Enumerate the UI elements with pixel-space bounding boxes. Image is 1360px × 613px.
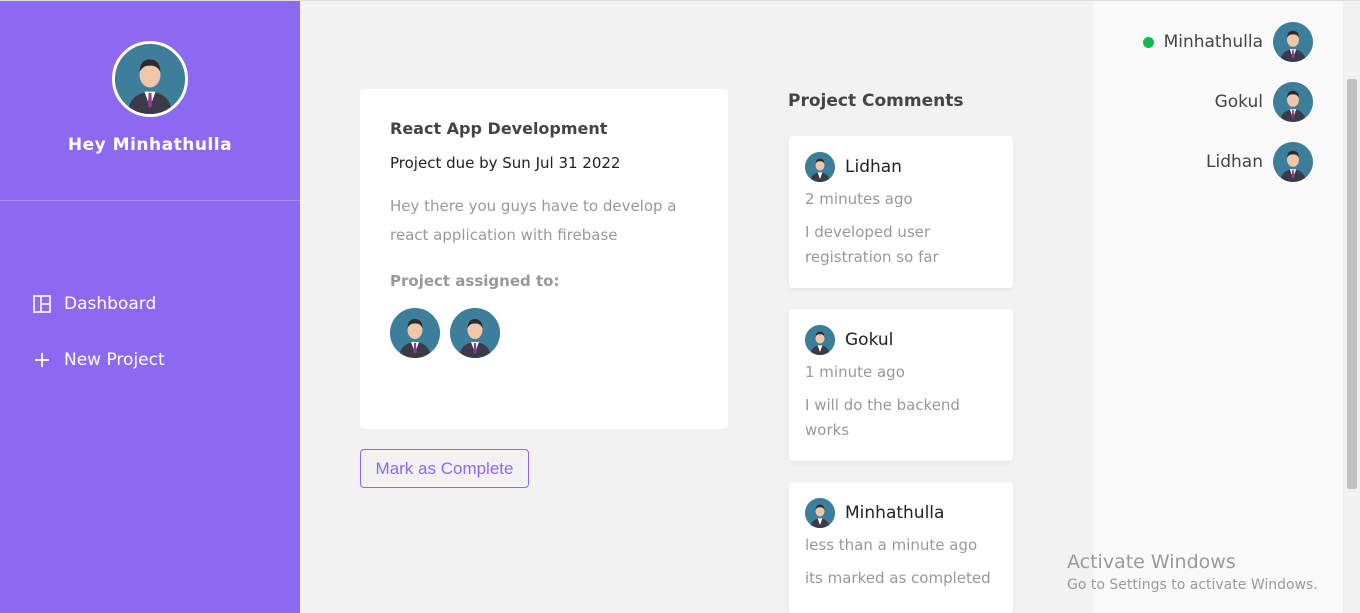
project-summary-card: React App Development Project due by Sun… (360, 89, 728, 429)
watermark-line1: Activate Windows (1067, 551, 1236, 573)
comment-avatar (805, 325, 835, 355)
online-status-dot (1142, 36, 1154, 48)
online-user: Lidhan (1206, 142, 1313, 182)
dashboard-icon (33, 295, 51, 313)
comment-author: Minhathulla (845, 503, 945, 523)
nav-dashboard-label: Dashboard (64, 294, 157, 314)
online-user-avatar (1273, 142, 1313, 182)
online-users-panel: Minhathulla Gokul Lidhan (1093, 1, 1343, 613)
greeting: Hey Minhathulla (67, 135, 233, 155)
nav-new-project-label: New Project (64, 350, 165, 370)
online-user-name: Minhathulla (1163, 32, 1263, 52)
project-details: Hey there you guys have to develop a rea… (390, 197, 677, 244)
nav-dashboard[interactable]: Dashboard (32, 294, 156, 314)
comment-card: Lidhan 2 minutes ago I developed user re… (789, 136, 1013, 288)
online-user-avatar (1273, 22, 1313, 62)
scrollbar-thumb[interactable] (1347, 79, 1357, 489)
comment-text: I will do the backend works (805, 396, 960, 439)
comment-author: Lidhan (845, 157, 902, 177)
online-user-name: Lidhan (1206, 152, 1263, 172)
page-scrollbar[interactable] (1343, 1, 1360, 613)
watermark-line2: Go to Settings to activate Windows. (1067, 577, 1318, 593)
comment-text: its marked as completed (805, 569, 991, 587)
comment-text: I developed user registration so far (805, 223, 939, 266)
comment-avatar (805, 498, 835, 528)
assignee-avatar (450, 308, 500, 358)
assignee-avatar (390, 308, 440, 358)
comment-time: less than a minute ago (805, 536, 978, 554)
comment-time: 1 minute ago (805, 363, 905, 381)
comments-title: Project Comments (788, 91, 964, 111)
sidebar: Hey Minhathulla Dashboard New Project (0, 1, 300, 613)
assignee-list (390, 308, 698, 358)
online-user: Gokul (1215, 82, 1313, 122)
mark-complete-button[interactable]: Mark as Complete (360, 449, 529, 488)
online-user-name: Gokul (1214, 92, 1263, 112)
comment-time: 2 minutes ago (805, 190, 913, 208)
activate-windows-watermark: Activate Windows Go to Settings to activ… (1067, 551, 1318, 593)
plus-icon (35, 353, 49, 367)
comment-author: Gokul (845, 330, 894, 350)
comment-card: Minhathulla less than a minute ago its m… (789, 482, 1013, 613)
comment-avatar (805, 152, 835, 182)
user-avatar (112, 41, 188, 117)
nav-new-project[interactable]: New Project (32, 350, 165, 370)
project-title: React App Development (390, 119, 608, 138)
comment-card: Gokul 1 minute ago I will do the backend… (789, 309, 1013, 461)
online-user-avatar (1273, 82, 1313, 122)
assigned-label: Project assigned to: (390, 272, 560, 290)
online-user: Minhathulla (1142, 22, 1313, 62)
project-due-date: Project due by Sun Jul 31 2022 (390, 154, 621, 172)
